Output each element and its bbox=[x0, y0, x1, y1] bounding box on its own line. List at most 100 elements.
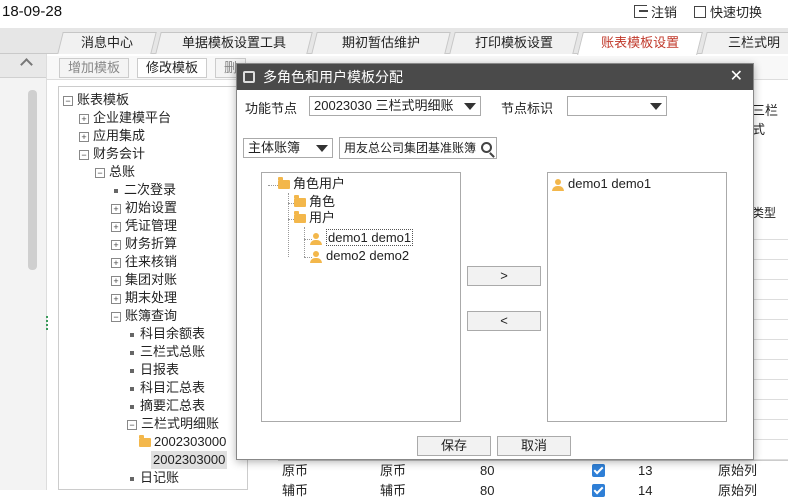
cell: 80 bbox=[480, 463, 495, 478]
expand-icon[interactable]: + bbox=[111, 221, 121, 232]
tree-node-label: 二次登录 bbox=[124, 182, 177, 197]
tree-node-label: 企业建模平台 bbox=[93, 110, 172, 125]
expand-icon[interactable]: + bbox=[111, 257, 121, 268]
tree-node-label: 应用集成 bbox=[93, 128, 146, 143]
tree-node[interactable]: 科目汇总表 bbox=[127, 379, 205, 397]
tree-node[interactable]: + 集团对账 bbox=[111, 271, 177, 289]
bullet-icon bbox=[130, 404, 134, 409]
tree-node[interactable]: − 财务会计 bbox=[79, 145, 145, 163]
move-left-button[interactable]: < bbox=[467, 311, 541, 331]
tree-node[interactable]: + 企业建模平台 bbox=[79, 109, 171, 127]
tree-guide bbox=[304, 227, 305, 257]
tree-node[interactable]: 科目余额表 bbox=[127, 325, 205, 343]
tree-node-role-user[interactable]: 角色用户 bbox=[278, 175, 345, 193]
tree-node[interactable]: 日记账 bbox=[127, 469, 179, 487]
tab-three-column[interactable]: 三栏式明 bbox=[701, 32, 788, 54]
tab-message-center[interactable]: 消息中心 bbox=[57, 32, 157, 54]
tree-node[interactable]: 日报表 bbox=[127, 361, 179, 379]
function-node-select[interactable]: 20023030 三栏式明细账 bbox=[309, 96, 481, 116]
expand-icon[interactable]: + bbox=[111, 293, 121, 304]
expand-icon[interactable]: + bbox=[79, 113, 89, 124]
cell: 原始列 bbox=[718, 463, 758, 478]
close-icon[interactable]: ✕ bbox=[730, 64, 743, 90]
collapse-icon[interactable]: − bbox=[95, 167, 105, 178]
tree-node[interactable]: 三栏式总账 bbox=[127, 343, 205, 361]
chevron-up-icon[interactable] bbox=[20, 58, 33, 71]
list-item[interactable]: demo1 demo1 bbox=[552, 175, 651, 193]
bullet-icon bbox=[130, 368, 134, 373]
tab-label: 账表模板设置 bbox=[601, 35, 680, 50]
tree-node-label: 三栏式明细账 bbox=[141, 416, 220, 431]
dialog-titlebar[interactable]: 多角色和用户模板分配 ✕ bbox=[237, 64, 753, 90]
tree-node[interactable]: 2002303000 bbox=[139, 433, 226, 451]
left-scrollbar[interactable] bbox=[28, 90, 37, 270]
collapse-icon[interactable]: − bbox=[79, 149, 89, 160]
book-type-select[interactable]: 主体账簿 bbox=[243, 138, 333, 158]
node-flag-select[interactable] bbox=[567, 96, 667, 116]
tab-print-template[interactable]: 打印模板设置 bbox=[449, 32, 579, 54]
tree-node[interactable]: + 凭证管理 bbox=[111, 217, 177, 235]
tree-node[interactable]: + 期末处理 bbox=[111, 289, 177, 307]
cell: 原币 bbox=[282, 463, 309, 478]
expand-icon[interactable]: + bbox=[79, 131, 89, 142]
tree-node[interactable]: + 往来核销 bbox=[111, 253, 177, 271]
tree-node-user-demo1[interactable]: demo1 demo1 bbox=[310, 229, 414, 247]
book-search-field[interactable]: 用友总公司集团基准账簿 bbox=[339, 137, 497, 159]
tab-bar: 消息中心 单据模板设置工具 期初暂估维护 打印模板设置 账表模板设置 三栏式明 bbox=[0, 28, 788, 55]
tree-node-label: 财务会计 bbox=[93, 146, 146, 161]
tree-node[interactable]: − 账簿查询 bbox=[111, 307, 177, 325]
folder-icon bbox=[278, 177, 290, 190]
expand-icon[interactable]: + bbox=[111, 239, 121, 250]
chevron-down-icon bbox=[650, 103, 662, 110]
edit-template-button[interactable]: 修改模板 bbox=[137, 58, 208, 78]
tree-node-user-demo2[interactable]: demo2 demo2 bbox=[310, 247, 409, 265]
add-template-button[interactable]: 增加模板 bbox=[59, 58, 130, 78]
tree-guide bbox=[268, 185, 278, 186]
tab-bill-template-tool[interactable]: 单据模板设置工具 bbox=[155, 32, 313, 54]
tab-label: 消息中心 bbox=[80, 35, 133, 50]
tree-node-user[interactable]: 用户 bbox=[294, 209, 335, 227]
select-value: 主体账簿 bbox=[248, 140, 301, 155]
tab-label: 三栏式明 bbox=[727, 35, 780, 50]
tab-label: 打印模板设置 bbox=[474, 35, 553, 50]
tab-opening-estimate[interactable]: 期初暂估维护 bbox=[311, 32, 451, 54]
tree-node[interactable]: − 总账 bbox=[95, 163, 135, 181]
expand-icon[interactable]: + bbox=[111, 275, 121, 286]
quick-switch-label: 快速切换 bbox=[710, 5, 763, 20]
tree-node-selected[interactable]: 2002303000 bbox=[151, 451, 228, 469]
collapse-icon[interactable]: − bbox=[127, 419, 137, 430]
logout-link[interactable]: 注销 bbox=[634, 2, 677, 21]
tree-node-label: 日记账 bbox=[140, 470, 180, 485]
tree-node-label: 角色用户 bbox=[293, 176, 346, 191]
collapse-icon[interactable]: − bbox=[111, 311, 121, 322]
tree-node[interactable]: 摘要汇总表 bbox=[127, 397, 205, 415]
search-icon[interactable] bbox=[481, 142, 492, 153]
tree-node-root[interactable]: − 账表模板 bbox=[63, 91, 129, 109]
cell: 原币 bbox=[380, 463, 407, 478]
bg-grid bbox=[754, 220, 788, 460]
tree-node[interactable]: − 三栏式明细账 bbox=[127, 415, 219, 433]
partial-right-label: 三栏式 bbox=[752, 103, 779, 137]
user-icon bbox=[552, 178, 564, 191]
expand-icon[interactable]: + bbox=[111, 203, 121, 214]
quick-switch-link[interactable]: 快速切换 bbox=[694, 2, 762, 21]
tree-node-label: 财务折算 bbox=[125, 236, 178, 251]
tree-node[interactable]: + 应用集成 bbox=[79, 127, 145, 145]
cancel-button[interactable]: 取消 bbox=[497, 436, 571, 456]
move-right-button[interactable]: > bbox=[467, 266, 541, 286]
tree-node[interactable]: 二次登录 bbox=[111, 181, 176, 199]
row-checkbox[interactable] bbox=[592, 484, 605, 497]
save-button[interactable]: 保存 bbox=[417, 436, 491, 456]
tab-report-template[interactable]: 账表模板设置 bbox=[577, 32, 703, 55]
tree-node-label: demo2 demo2 bbox=[326, 248, 410, 263]
tree-node[interactable]: + 初始设置 bbox=[111, 199, 177, 217]
collapse-icon[interactable]: − bbox=[63, 95, 73, 106]
list-item-label: demo1 demo1 bbox=[568, 176, 652, 191]
splitter-handle[interactable] bbox=[46, 316, 48, 330]
tree-node-label: 2002303000 bbox=[154, 434, 227, 449]
user-icon bbox=[310, 250, 322, 263]
row-checkbox[interactable] bbox=[592, 464, 605, 477]
tree-node-label: 账表模板 bbox=[77, 92, 130, 107]
switch-icon bbox=[694, 5, 706, 18]
tree-node[interactable]: + 财务折算 bbox=[111, 235, 177, 253]
